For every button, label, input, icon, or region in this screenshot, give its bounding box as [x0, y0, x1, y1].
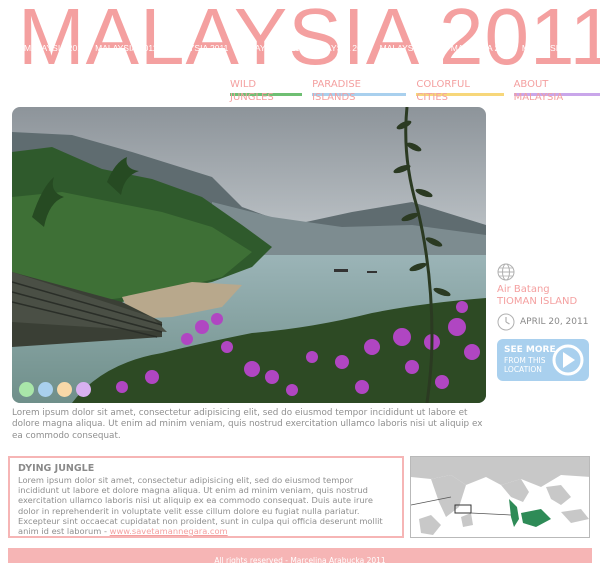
title-strip-label: MALAYSIA 2011	[166, 43, 229, 53]
title-strip-label: MALAYSIA 2011	[379, 43, 442, 53]
main-photo	[12, 107, 486, 403]
site-header: MALAYSIA 2011 MALAYSIA 2011 MALAYSIA 2011…	[18, 0, 600, 81]
title-strip-label: MALAYSIA 2011	[24, 43, 87, 53]
arrow-right-icon	[552, 344, 584, 376]
dying-jungle-heading: DYING JUNGLE	[18, 463, 95, 474]
site-footer: All rights reserved - Marcelina Arabucka…	[8, 548, 592, 565]
location-line2: TIOMAN ISLAND	[497, 296, 578, 307]
title-strip-label: MALAYSIA 2011	[237, 43, 300, 53]
photo-date: APRIL 20, 2011	[520, 317, 589, 327]
location-name: Air Batang TIOMAN ISLAND	[497, 284, 593, 308]
title-strip-label: MALAYSIA 2011	[521, 43, 584, 53]
globe-icon	[497, 263, 515, 281]
pager-dot[interactable]	[57, 382, 72, 397]
nav-paradise-islands[interactable]: PARADISE ISLANDS	[312, 78, 407, 103]
date-row: APRIL 20, 2011	[497, 313, 593, 331]
nav-about-malaysia[interactable]: ABOUT MALAYSIA	[513, 78, 600, 103]
title-strip-label: MALAYSIA 2011	[450, 43, 513, 53]
location-map[interactable]	[410, 456, 590, 538]
intro-text: Lorem ipsum dolor sit amet, consectetur …	[12, 408, 483, 441]
nav-wild-jungles[interactable]: WILD JUNGLES	[230, 78, 303, 103]
location-line1: Air Batang	[497, 284, 550, 295]
main-nav: WILD JUNGLES PARADISE ISLANDS COLORFUL C…	[230, 78, 600, 103]
save-taman-negara-link[interactable]: www.savetamannegara.com	[110, 526, 228, 536]
title-strip-label: MALAYSIA 2011	[308, 43, 371, 53]
photo-pager	[19, 382, 95, 397]
southeast-asia-map	[411, 457, 589, 537]
see-more-sub: FROM THIS LOCATION	[504, 356, 546, 374]
see-more-label: SEE MORE	[504, 345, 556, 355]
location-panel: Air Batang TIOMAN ISLAND APRIL 20, 2011 …	[497, 263, 593, 381]
dying-jungle-text: Lorem ipsum dolor sit amet, consectetur …	[18, 475, 394, 536]
dying-jungle-box: DYING JUNGLE Lorem ipsum dolor sit amet,…	[8, 456, 404, 538]
clock-icon	[497, 313, 515, 331]
title-repeat-strip: MALAYSIA 2011 MALAYSIA 2011 MALAYSIA 2011 M…	[24, 42, 584, 54]
title-strip-label: MALAYSIA 2011	[95, 43, 158, 53]
pager-dot[interactable]	[76, 382, 91, 397]
footer-copyright: All rights reserved - Marcelina Arabucka…	[214, 556, 386, 565]
nav-colorful-cities[interactable]: COLORFUL CITIES	[416, 78, 504, 103]
pager-dot[interactable]	[38, 382, 53, 397]
site-title: MALAYSIA 2011	[18, 0, 600, 81]
tropical-bay-photo	[12, 107, 486, 403]
see-more-button[interactable]: SEE MORE FROM THIS LOCATION	[497, 339, 589, 381]
pager-dot[interactable]	[19, 382, 34, 397]
